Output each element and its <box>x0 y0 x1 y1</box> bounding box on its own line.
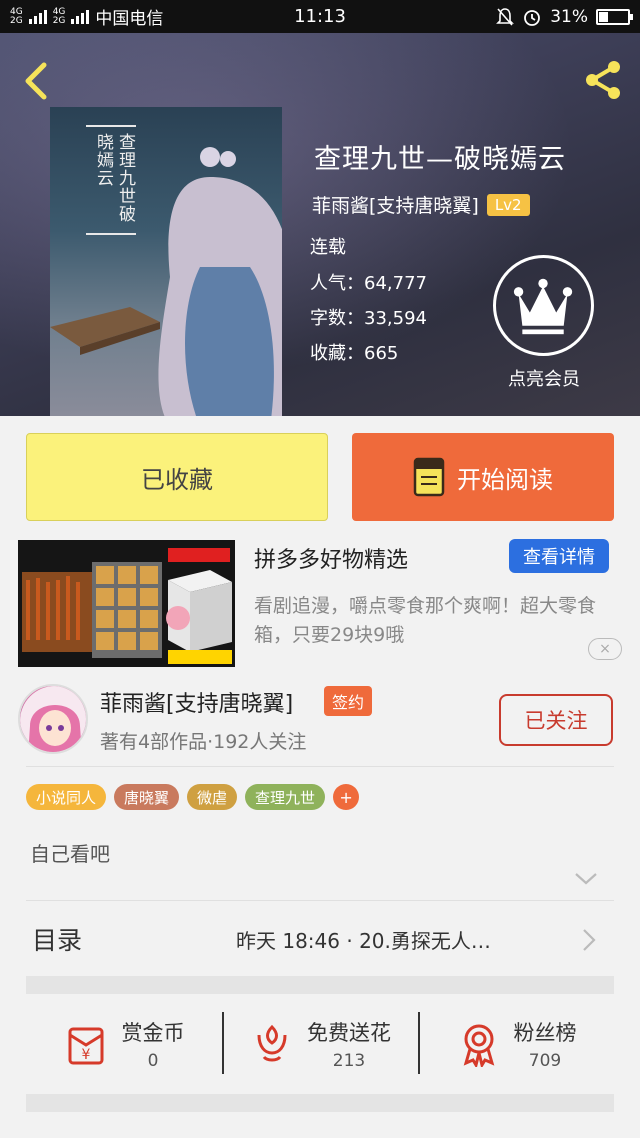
ad-banner[interactable]: 拼多多好物精选 查看详情 看剧追漫，嚼点零食那个爽啊！超大零食箱，只要29块9哦… <box>0 530 640 670</box>
tag-item[interactable]: 查理九世 <box>245 784 326 810</box>
collect-button-label: 已收藏 <box>141 465 213 494</box>
book-cover[interactable]: 查理九世破晓嫣云 <box>50 107 282 416</box>
signal-icon-2 <box>71 9 90 24</box>
ad-description[interactable]: 看剧追漫，嚼点零食那个爽啊！超大零食箱，只要29块9哦 <box>254 592 626 650</box>
mute-icon <box>496 7 515 26</box>
ad-title[interactable]: 拼多多好物精选 <box>254 542 408 574</box>
reward-count: 709 <box>528 1051 562 1071</box>
reward-count: 0 <box>147 1051 159 1071</box>
battery-icon <box>596 8 633 25</box>
start-reading-button[interactable]: 开始阅读 <box>352 433 614 521</box>
ad-detail-label: 查看详情 <box>523 547 595 568</box>
medal-icon <box>463 1024 494 1067</box>
reward-label: 赏金币 <box>121 1021 185 1045</box>
network-type: 4G 2G <box>10 7 23 26</box>
ad-detail-button[interactable]: 查看详情 <box>509 539 609 573</box>
send-flower-button[interactable]: 免费送花 213 <box>222 994 418 1094</box>
close-icon: × <box>599 641 611 657</box>
divider <box>26 900 614 901</box>
reward-count: 213 <box>332 1051 366 1071</box>
battery-percent: 31% <box>550 6 588 27</box>
author-avatar[interactable] <box>18 684 88 754</box>
book-author-line: 菲雨酱[支持唐晓翼] Lv2 <box>312 191 530 218</box>
follow-button-label: 已关注 <box>524 709 588 733</box>
tag-list: 小说同人 唐晓翼 微虐 查理九世 + <box>26 784 360 810</box>
level-badge: Lv2 <box>486 193 530 216</box>
network-type-2: 4G 2G <box>52 7 66 26</box>
collect-button[interactable]: 已收藏 <box>26 433 328 521</box>
catalog-label: 目录 <box>32 926 83 955</box>
flower-icon <box>257 1024 287 1062</box>
catalog-row[interactable]: 目录 昨天 18:46 · 20.勇探无人… <box>26 902 614 976</box>
book-popularity: 人气：64,777 <box>310 273 427 294</box>
ad-image[interactable] <box>18 540 235 667</box>
chevron-down-icon[interactable] <box>574 872 598 886</box>
book-header: 查理九世破晓嫣云 查理九世—破晓嫣云 菲雨酱[支持唐晓翼] Lv2 连载 人气：… <box>0 33 640 416</box>
back-button[interactable] <box>18 59 54 103</box>
network-2g-label-2: 2G <box>52 15 66 26</box>
ad-illustration <box>18 540 235 667</box>
chevron-right-icon <box>583 929 596 951</box>
fan-ranking-button[interactable]: 粉丝榜 709 <box>418 994 614 1094</box>
book-title: 查理九世—破晓嫣云 <box>314 144 566 175</box>
reward-coins-button[interactable]: ¥ 赏金币 0 <box>26 994 222 1094</box>
red-envelope-icon: ¥ <box>68 1027 103 1065</box>
signed-badge: 签约 <box>324 686 373 716</box>
author-name[interactable]: 菲雨酱[支持唐晓翼] <box>100 686 293 718</box>
latest-chapter: 昨天 18:46 · 20.勇探无人… <box>236 928 491 953</box>
book-word-count: 字数：33,594 <box>310 308 427 329</box>
signal-icon <box>28 9 47 24</box>
book-icon <box>413 457 445 497</box>
reward-label: 免费送花 <box>307 1021 391 1045</box>
author-stats: 著有4部作品·192人关注 <box>100 731 307 753</box>
book-status: 连载 <box>310 237 346 258</box>
ad-close-button[interactable]: × <box>588 638 622 660</box>
book-author[interactable]: 菲雨酱[支持唐晓翼] <box>312 191 479 218</box>
tag-item[interactable]: 小说同人 <box>26 784 107 810</box>
book-favorites: 收藏：665 <box>310 343 399 364</box>
vip-label[interactable]: 点亮会员 <box>488 365 600 391</box>
cover-girl-illustration <box>158 147 282 416</box>
add-tag-button[interactable]: + <box>333 784 360 810</box>
cover-title-text: 查理九世破晓嫣云 <box>86 125 136 235</box>
reward-label: 粉丝榜 <box>513 1021 577 1045</box>
divider <box>26 766 614 767</box>
status-bar: 4G 2G 4G 2G 中国电信 11:13 31% <box>0 0 640 33</box>
book-intro[interactable]: 自己看吧 <box>30 838 110 867</box>
tag-item[interactable]: 微虐 <box>187 784 238 810</box>
svg-text:¥: ¥ <box>81 1047 90 1063</box>
start-reading-label: 开始阅读 <box>457 465 553 494</box>
share-icon[interactable] <box>580 57 626 103</box>
section-separator <box>26 1094 614 1112</box>
network-2g-label: 2G <box>10 15 23 26</box>
rewards-bar: ¥ 赏金币 0 免费送花 213 粉丝榜 709 <box>26 994 614 1094</box>
alarm-icon <box>524 9 541 26</box>
tag-item[interactable]: 唐晓翼 <box>114 784 180 810</box>
author-section: 菲雨酱[支持唐晓翼] 签约 著有4部作品·192人关注 已关注 <box>0 672 640 766</box>
follow-button[interactable]: 已关注 <box>499 694 613 746</box>
section-separator <box>26 976 614 994</box>
avatar-illustration <box>20 686 86 752</box>
crown-icon[interactable] <box>493 255 594 356</box>
carrier-label: 中国电信 <box>95 9 164 29</box>
